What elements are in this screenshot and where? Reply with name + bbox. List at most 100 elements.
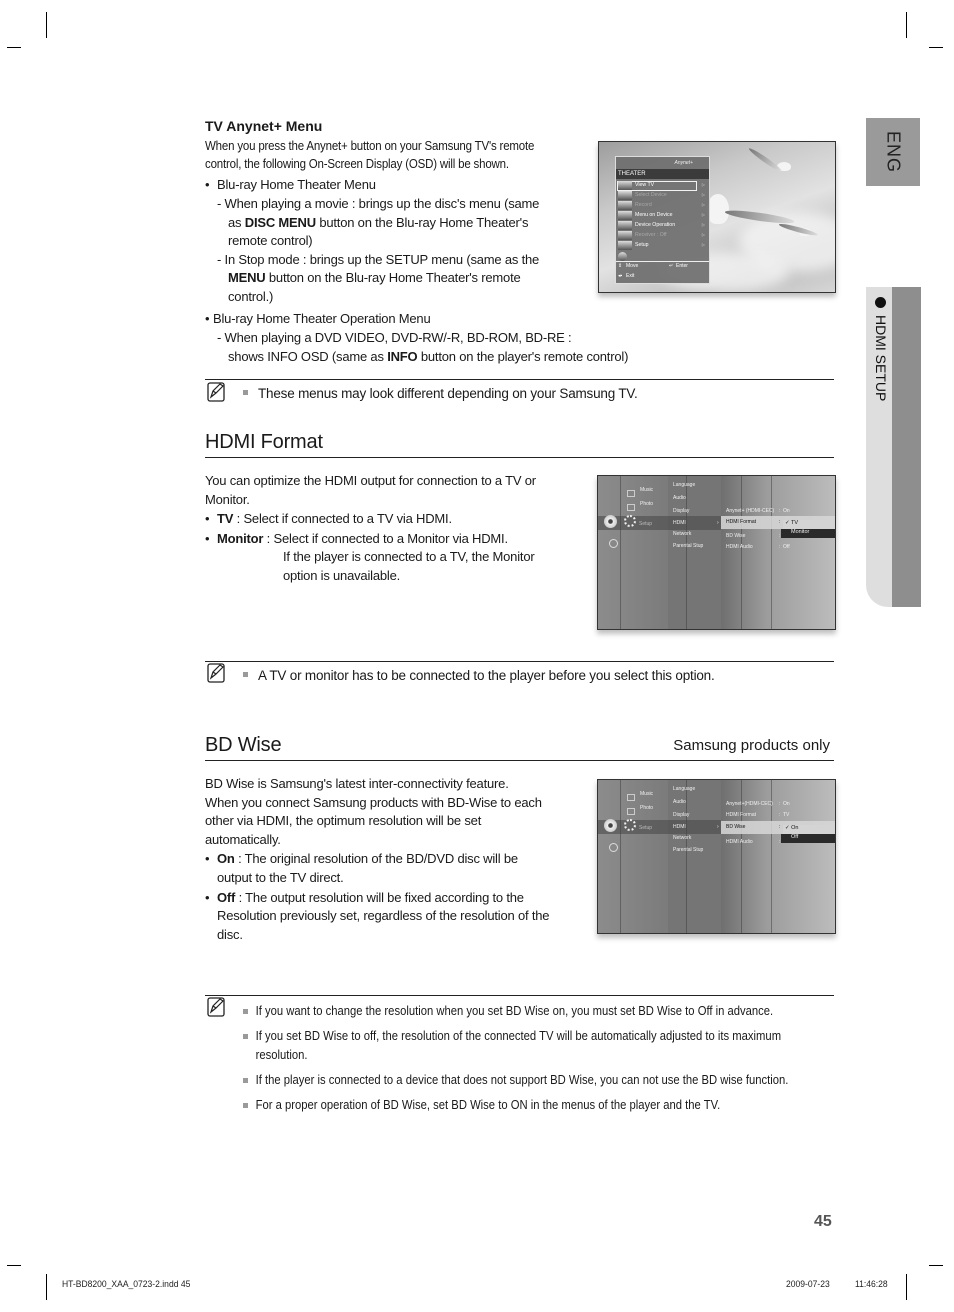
- device-thumbnail-icon: [618, 211, 632, 220]
- note-item: If the player is connected to a device t…: [243, 1071, 849, 1090]
- dropdown-selected-option[interactable]: ✓ On: [783, 825, 835, 834]
- footer-file: HT-BD8200_XAA_0723-2.indd 45: [62, 1279, 191, 1290]
- section-tab-label: HDMI SETUP: [868, 297, 894, 427]
- anynet-menu-item[interactable]: View TV ▷: [616, 181, 709, 191]
- subitem-text: remote control): [228, 233, 313, 248]
- subitem-text: as: [228, 214, 245, 230]
- intro-line: When you connect Samsung products with B…: [205, 794, 542, 810]
- divider: [620, 780, 621, 933]
- setup-menu-item[interactable]: HDMI: [673, 520, 686, 526]
- option-term: On: [217, 851, 235, 866]
- dropdown-selected-label: On: [791, 825, 799, 831]
- option-term: Off: [217, 889, 236, 905]
- bd-wise-heading: BD Wise: [205, 734, 282, 756]
- intro-line: automatically.: [205, 831, 281, 847]
- device-thumbnail-icon: [618, 241, 632, 250]
- option-term: Monitor: [217, 531, 264, 546]
- media-item-music[interactable]: Music: [640, 791, 653, 797]
- setup-menu-item[interactable]: Language: [673, 786, 695, 792]
- setting-label[interactable]: HDMI Format: [726, 519, 756, 525]
- setting-label[interactable]: BD Wise: [726, 824, 745, 830]
- setup-menu-item[interactable]: HDMI: [673, 824, 686, 830]
- media-item-music[interactable]: Music: [640, 487, 653, 493]
- option-desc: : Select if connected to a TV via HDMI.: [233, 511, 452, 526]
- dropdown-option[interactable]: Off: [781, 834, 835, 843]
- enter-icon: ↵: [669, 263, 674, 269]
- chevron-right-icon: ▷: [701, 212, 705, 217]
- anynet-subitem-line: remote control): [205, 232, 605, 251]
- anynet-menu: Anynet+ THEATER View TV ▷ Select Device ▷ Re…: [615, 156, 710, 284]
- option-desc: output to the TV direct.: [217, 869, 344, 885]
- note-text: These menus may look different depending…: [258, 386, 638, 401]
- note-icon: [207, 663, 225, 683]
- setup-menu-item[interactable]: Language: [673, 482, 695, 488]
- setting-colon: :: [779, 544, 781, 550]
- hdmi-format-heading: HDMI Format: [205, 431, 323, 453]
- media-item-setup[interactable]: Setup: [639, 521, 652, 527]
- note-text: A TV or monitor has to be connected to t…: [258, 668, 715, 683]
- gear-icon: [624, 819, 636, 831]
- setting-label[interactable]: HDMI Audio: [726, 839, 753, 845]
- anynet-intro-line: control, the following On-Screen Display…: [205, 157, 509, 171]
- enter-hint: Enter: [676, 263, 688, 269]
- subitem-keyword: INFO: [387, 348, 418, 364]
- option-extra-line: option is unavailable.: [283, 567, 401, 583]
- option-desc: : The original resolution of the BD/DVD …: [234, 851, 518, 866]
- bd-wise-screenshot: Music Photo Setup Language Audio Display HDMI N…: [597, 779, 836, 934]
- setup-menu-item[interactable]: Network: [673, 531, 691, 537]
- note-bullet-icon: [243, 389, 248, 395]
- bd-wise-intro: BD Wise is Samsung's latest inter-connec…: [205, 775, 590, 849]
- anynet-menu-item[interactable]: Receiver : Off ▷: [616, 231, 709, 241]
- anynet-intro-line: When you press the Anynet+ button on you…: [205, 139, 535, 153]
- setup-menu-item[interactable]: Display: [673, 812, 689, 818]
- note-icon: [207, 997, 225, 1017]
- anynet-menu-item[interactable]: Record ▷: [616, 201, 709, 211]
- setup-menu-item[interactable]: Parental Stup: [673, 543, 703, 549]
- disc-icon: [604, 819, 617, 832]
- intro-line: You can optimize the HDMI output for con…: [205, 473, 536, 488]
- setup-menu-item[interactable]: Network: [673, 835, 691, 841]
- anynet-logo: Anynet+: [674, 160, 694, 166]
- anynet-menu-item[interactable]: Device Operation ▷: [616, 221, 709, 231]
- device-thumbnail-icon: [618, 181, 632, 190]
- setting-label[interactable]: BD Wise: [726, 533, 745, 539]
- settings-column: [721, 476, 835, 629]
- setup-menu-item[interactable]: Audio: [673, 495, 686, 501]
- move-hint: Move: [626, 263, 639, 269]
- anynet-osd-screenshot: Anynet+ THEATER View TV ▷ Select Device ▷ Re…: [598, 141, 836, 293]
- crop-mark: [46, 12, 47, 38]
- setting-colon: :: [779, 508, 781, 514]
- setting-label[interactable]: HDMI Audio: [726, 544, 753, 550]
- anynet-subitem-line: - When playing a movie : brings up the d…: [205, 195, 605, 214]
- setup-menu-item[interactable]: Parental Stup: [673, 847, 703, 853]
- media-item-setup[interactable]: Setup: [639, 825, 652, 831]
- dropdown-option[interactable]: Monitor: [781, 529, 835, 538]
- divider: [686, 780, 687, 933]
- setting-label[interactable]: HDMI Format: [726, 812, 756, 818]
- divider: [620, 476, 621, 629]
- photo-icon: [627, 808, 635, 815]
- language-tab: ENG: [866, 118, 920, 186]
- hdmi-format-intro: You can optimize the HDMI output for con…: [205, 472, 585, 509]
- setup-menu-item[interactable]: Display: [673, 508, 689, 514]
- media-item-photo[interactable]: Photo: [640, 805, 653, 811]
- option-desc: : Select if connected to a Monitor via H…: [263, 531, 508, 546]
- intro-line: Monitor.: [205, 491, 250, 507]
- anynet-menu-item[interactable]: Select Device ▷: [616, 191, 709, 201]
- setting-label[interactable]: Anynet+(HDMI-CEC): [726, 801, 773, 807]
- media-item-photo[interactable]: Photo: [640, 501, 653, 507]
- option-on: • On : The original resolution of the BD…: [205, 850, 595, 885]
- anynet-menu-item-label: Setup: [635, 242, 649, 248]
- setting-value: Off: [783, 544, 790, 550]
- chevron-right-icon: ▷: [701, 222, 705, 227]
- anynet-menu-item[interactable]: Menu on Device ▷: [616, 211, 709, 221]
- chevron-right-icon: ›: [717, 520, 719, 526]
- note-item: If you want to change the resolution whe…: [243, 1002, 832, 1021]
- hdmi-format-options: • TV : Select if connected to a TV via H…: [205, 510, 585, 585]
- setup-menu-item[interactable]: Audio: [673, 799, 686, 805]
- page-number: 45: [814, 1213, 832, 1230]
- option-tv: • TV : Select if connected to a TV via H…: [205, 510, 585, 530]
- setting-label[interactable]: Anynet+ (HDMI-CEC): [726, 508, 774, 514]
- dropdown-selected-option[interactable]: ✓ TV: [783, 520, 835, 529]
- anynet-menu-item[interactable]: Setup ▷: [616, 241, 709, 251]
